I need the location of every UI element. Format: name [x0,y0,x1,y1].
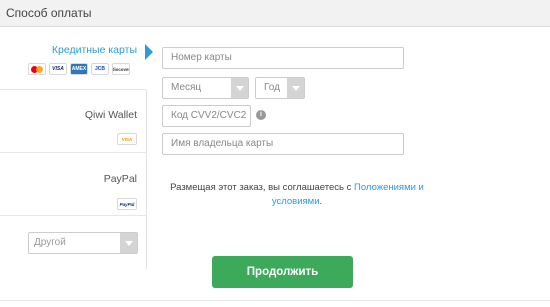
jcb-icon: JCB [91,63,109,75]
divider [0,300,550,301]
section-title: Способ оплаты [6,6,92,20]
cardholder-name-placeholder: Имя владельца карты [171,138,274,149]
visa-icon: VISA [49,63,67,75]
method-qiwi-label: Qiwi Wallet [84,109,137,121]
paypal-icon: PayPal [117,198,137,210]
terms-text: Размещая этот заказ, вы соглашаетесь с [170,182,355,193]
card-number-input[interactable]: Номер карты [162,47,404,69]
method-paypal-label: PayPal [103,173,137,185]
card-number-placeholder: Номер карты [171,52,232,63]
section-header: Способ оплаты [0,0,550,27]
active-method-pointer [146,28,147,90]
expiry-year-value: Год [264,82,280,93]
other-method-value: Другой [34,237,66,248]
amex-icon: AMEX [70,63,88,75]
mastercard-icon [28,63,46,75]
cvv-placeholder: Код CVV2/CVC2 [171,110,247,121]
terms-notice: Размещая этот заказ, вы соглашаетесь с П… [162,181,432,209]
chevron-down-icon[interactable] [231,78,248,98]
cardholder-name-input[interactable]: Имя владельца карты [162,133,404,155]
info-icon[interactable]: i [256,110,266,120]
card-logos: VISA AMEX JCB discover [28,63,130,75]
chevron-down-icon[interactable] [120,233,137,253]
discover-icon: discover [112,63,130,75]
qiwi-icon: VISA [117,133,137,145]
expiry-year-select[interactable]: Год [255,77,305,99]
method-credit-cards[interactable]: Кредитные карты VISA AMEX JCB discover [0,28,147,90]
chevron-down-icon[interactable] [287,78,304,98]
cvv-input[interactable]: Код CVV2/CVC2 [162,105,251,127]
method-qiwi-wallet[interactable]: Qiwi Wallet VISA [0,90,147,153]
terms-text-end: . [319,196,323,207]
method-credit-cards-label: Кредитные карты [51,44,137,56]
method-paypal[interactable]: PayPal PayPal [0,153,147,216]
expiry-month-value: Месяц [171,82,202,93]
expiry-month-select[interactable]: Месяц [162,77,249,99]
other-method-select[interactable]: Другой [28,232,138,254]
continue-button[interactable]: Продолжить [212,256,353,288]
